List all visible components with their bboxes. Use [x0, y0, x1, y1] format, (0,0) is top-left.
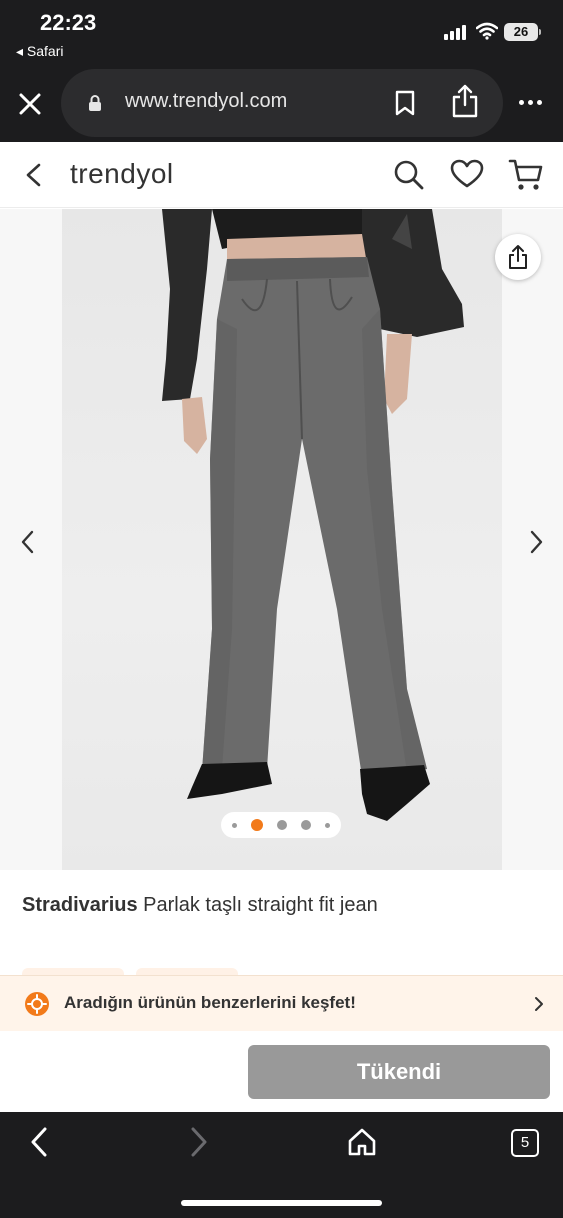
- battery-tip: [539, 29, 541, 35]
- product-gallery[interactable]: [0, 209, 563, 870]
- product-share-button[interactable]: [495, 234, 541, 280]
- gallery-dot[interactable]: [232, 822, 237, 828]
- status-time: 22:23: [40, 10, 97, 35]
- brand-logo[interactable]: trendyol: [70, 158, 174, 190]
- jeans-photo-illustration: [162, 209, 464, 821]
- gallery-prev-icon[interactable]: [18, 529, 38, 555]
- gallery-pagination[interactable]: [221, 812, 341, 838]
- product-image[interactable]: [62, 209, 502, 870]
- gallery-dot[interactable]: [277, 820, 287, 830]
- close-icon[interactable]: [14, 88, 46, 120]
- discover-text: Aradığın ürünün benzerlerini keşfet!: [64, 993, 356, 1012]
- cellular-signal-icon: [444, 24, 466, 40]
- gallery-dot[interactable]: [301, 820, 311, 830]
- screen: 22:23 ◂ Safari 26 www.trendyol.com trend…: [0, 0, 563, 1218]
- wifi-icon: [476, 22, 498, 40]
- gallery-dot[interactable]: [325, 822, 330, 828]
- more-icon[interactable]: [519, 100, 542, 105]
- search-icon[interactable]: [393, 159, 425, 191]
- url-text[interactable]: www.trendyol.com: [125, 90, 287, 113]
- safari-toolbar: 5: [0, 1112, 563, 1218]
- share-icon[interactable]: [451, 84, 479, 118]
- gallery-next-icon[interactable]: [526, 529, 546, 555]
- share-icon: [509, 245, 527, 269]
- product-name: Parlak taşlı straight fit jean: [143, 894, 378, 916]
- discover-similar-banner[interactable]: Aradığın ürünün benzerlerini keşfet!: [0, 975, 563, 1031]
- lock-icon: [89, 95, 101, 111]
- status-bar: 22:23 ◂ Safari 26: [0, 0, 563, 66]
- web-page: trendyol Stradivarius Parlak taşlı strai…: [0, 142, 563, 1112]
- heart-icon[interactable]: [450, 159, 484, 189]
- bookmark-icon[interactable]: [394, 90, 416, 116]
- browser-forward-icon[interactable]: [188, 1126, 210, 1158]
- chevron-left-icon[interactable]: [22, 162, 46, 188]
- buy-bar: Tükendi: [0, 1031, 563, 1112]
- discover-icon: [25, 992, 49, 1016]
- product-title: Stradivarius Parlak taşlı straight fit j…: [22, 894, 378, 917]
- chevron-right-icon: [535, 997, 543, 1011]
- home-indicator: [181, 1200, 382, 1206]
- back-to-app-link[interactable]: ◂ Safari: [16, 43, 64, 60]
- sold-out-button[interactable]: Tükendi: [248, 1045, 550, 1099]
- home-icon[interactable]: [347, 1127, 377, 1157]
- browser-back-icon[interactable]: [28, 1126, 50, 1158]
- battery-level: 26: [504, 23, 538, 41]
- cart-icon[interactable]: [508, 158, 544, 192]
- app-header: trendyol: [0, 142, 563, 208]
- gallery-dot[interactable]: [251, 819, 263, 831]
- tabs-button[interactable]: 5: [511, 1129, 539, 1157]
- safari-address-row: www.trendyol.com: [0, 66, 563, 142]
- product-brand[interactable]: Stradivarius: [22, 894, 138, 916]
